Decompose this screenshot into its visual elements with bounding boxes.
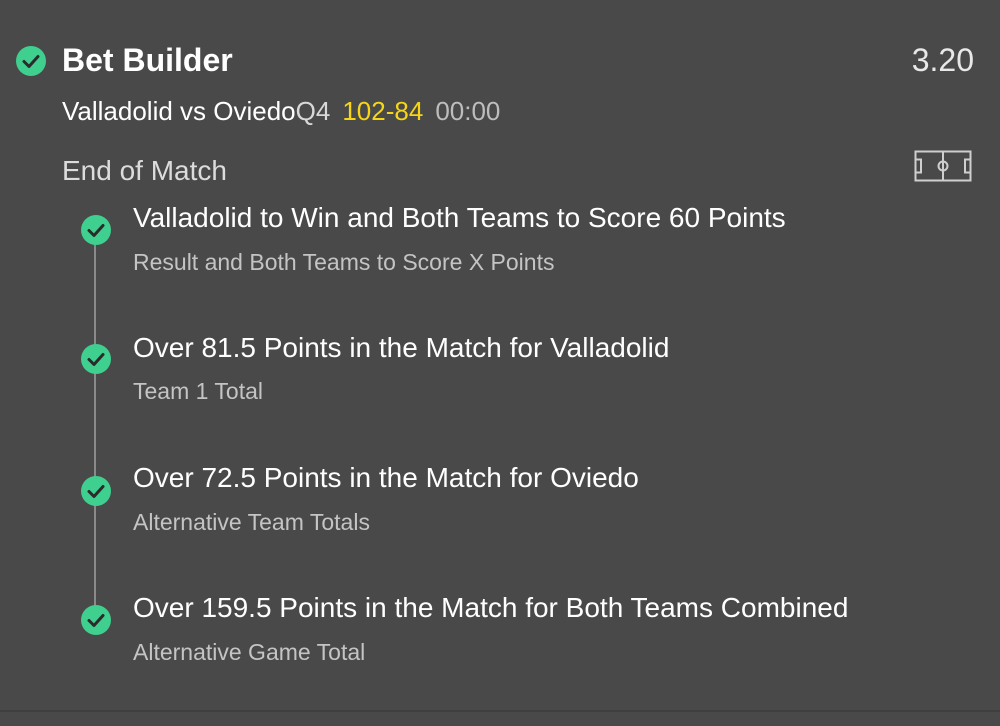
check-circle-icon xyxy=(81,344,111,374)
selection-title: Over 72.5 Points in the Match for Oviedo xyxy=(133,462,639,493)
bet-title: Bet Builder xyxy=(62,42,233,78)
selection-title: Over 159.5 Points in the Match for Both … xyxy=(133,592,849,623)
divider xyxy=(0,710,1000,712)
match-period: Q4 xyxy=(295,96,331,126)
bet-odds: 3.20 xyxy=(911,42,974,78)
selection-title: Valladolid to Win and Both Teams to Scor… xyxy=(133,202,786,233)
check-circle-icon xyxy=(81,605,111,635)
match-info: Valladolid vs OviedoQ4 102-84 00:00 xyxy=(62,94,500,128)
selection-market: Result and Both Teams to Score X Points xyxy=(133,249,555,275)
match-teams: Valladolid vs Oviedo xyxy=(62,96,296,126)
selection-market: Team 1 Total xyxy=(133,378,263,404)
selection-title: Over 81.5 Points in the Match for Vallad… xyxy=(133,332,670,363)
selection-item: Valladolid to Win and Both Teams to Scor… xyxy=(0,196,1000,306)
selection-item: Over 81.5 Points in the Match for Vallad… xyxy=(0,327,1000,437)
selection-item: Over 159.5 Points in the Match for Both … xyxy=(0,587,1000,697)
check-circle-icon xyxy=(81,215,111,245)
selection-item: Over 72.5 Points in the Match for Oviedo… xyxy=(0,457,1000,567)
bet-builder-card: Bet Builder 3.20 Valladolid vs OviedoQ4 1… xyxy=(0,0,1000,726)
check-circle-icon xyxy=(81,476,111,506)
pitch-icon[interactable] xyxy=(914,150,972,182)
match-clock: 00:00 xyxy=(435,96,501,126)
check-circle-icon xyxy=(16,46,46,76)
selection-market: Alternative Game Total xyxy=(133,639,366,665)
selection-market: Alternative Team Totals xyxy=(133,509,370,535)
match-score: 102-84 xyxy=(342,96,424,126)
section-label: End of Match xyxy=(62,155,227,186)
